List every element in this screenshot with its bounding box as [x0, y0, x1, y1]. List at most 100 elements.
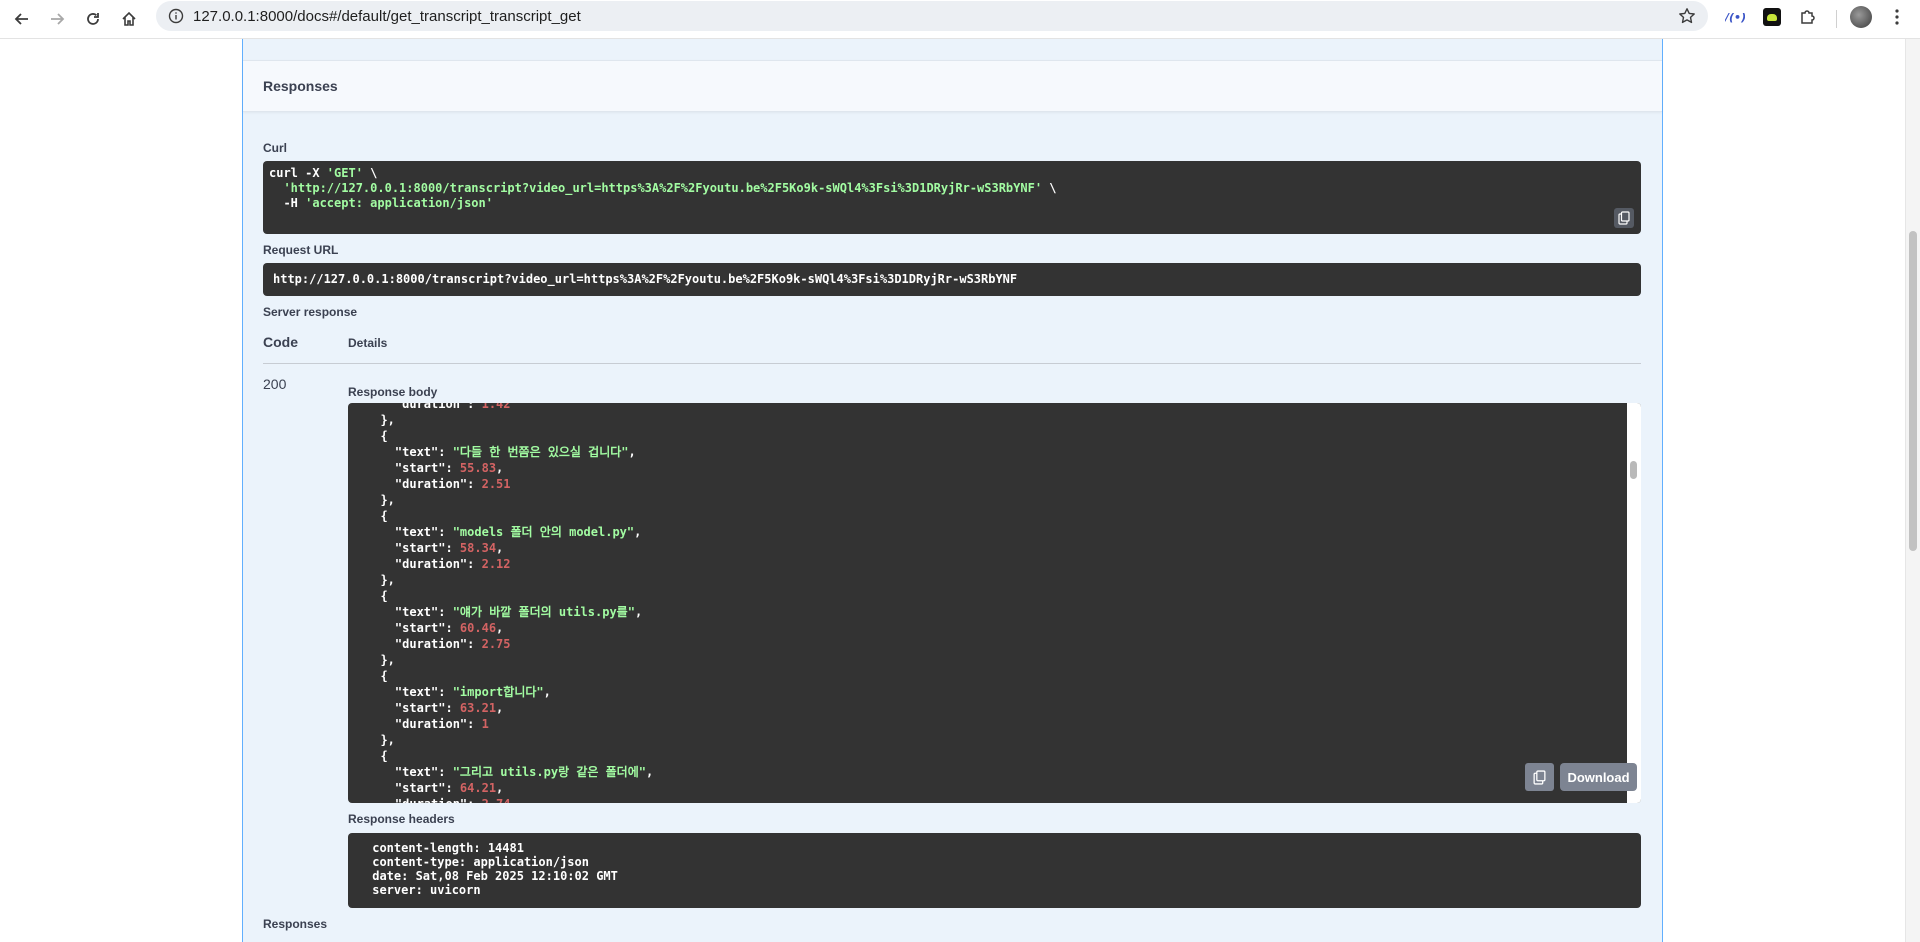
json-line-token: 2.75 [481, 637, 511, 651]
json-line-token: "duration": [366, 637, 482, 651]
response-headers-box[interactable]: content-length: 14481 content-type: appl… [348, 833, 1641, 908]
rabbit-extension-icon[interactable] [1760, 5, 1784, 29]
site-info-icon[interactable] [166, 6, 186, 26]
response-header-line[interactable]: content-length: 14481 [365, 841, 531, 855]
response-body-box[interactable]: "duration": 1.42 }, { "text": "다들 한 번쯤은 … [348, 403, 1641, 803]
request-url-text[interactable]: http://127.0.0.1:8000/transcript?video_u… [273, 272, 1017, 286]
json-line[interactable]: "duration": 1 [366, 716, 653, 732]
curl-line[interactable]: -H 'accept: application/json' [269, 196, 493, 210]
json-line-token: { [366, 589, 388, 603]
json-line-token: { [366, 429, 388, 443]
json-line[interactable]: "start": 55.83, [366, 460, 653, 476]
json-line-token: 2.12 [481, 557, 511, 571]
json-line[interactable]: "start": 63.21, [366, 700, 653, 716]
response-header-line[interactable]: content-type: application/json [365, 855, 596, 869]
responses-section-header: Responses [243, 60, 1662, 112]
json-line[interactable]: "start": 60.46, [366, 620, 653, 636]
json-line[interactable]: { [366, 588, 653, 604]
json-line-token: , [645, 765, 654, 779]
json-line[interactable]: "duration": 2.51 [366, 476, 653, 492]
profile-avatar[interactable] [1849, 5, 1873, 29]
json-line-token: "얘가 바깥 폴더의 utils.py를" [452, 605, 635, 619]
arrow-right-icon [51, 13, 65, 25]
json-line[interactable]: }, [366, 412, 653, 428]
download-button[interactable]: Download [1560, 763, 1637, 791]
page-viewport: Responses Curl curl -X 'GET' \ 'http://1… [0, 39, 1920, 942]
json-line-token: "duration": [366, 477, 482, 491]
json-line-token: , [496, 461, 504, 475]
json-line[interactable]: "text": "models 폴더 안의 model.py", [366, 524, 653, 540]
json-line-token: 2.74 [482, 797, 511, 803]
json-line[interactable]: }, [366, 732, 653, 748]
json-line[interactable]: { [366, 748, 653, 764]
page-scroll-thumb[interactable] [1909, 231, 1917, 551]
json-line-token: "duration": [366, 717, 482, 731]
table-header-divider [263, 363, 1641, 364]
json-line[interactable]: }, [366, 572, 653, 588]
json-line[interactable]: }, [366, 492, 653, 508]
curl-line-token [269, 181, 283, 195]
response-body-scroll-thumb[interactable] [1630, 461, 1637, 479]
json-line-token: "start": [366, 621, 460, 635]
json-line[interactable]: "text": "다들 한 번쯤은 있으실 겁니다", [366, 444, 653, 460]
json-line[interactable]: }, [366, 652, 653, 668]
curl-command-box[interactable]: curl -X 'GET' \ 'http://127.0.0.1:8000/t… [263, 161, 1641, 234]
json-line[interactable]: "duration": 2.75 [366, 636, 653, 652]
copy-response-button[interactable] [1525, 763, 1554, 791]
json-line-token: "text": [366, 445, 453, 459]
json-line[interactable]: "start": 58.34, [366, 540, 653, 556]
back-button[interactable] [7, 4, 37, 34]
translate-extension-icon[interactable]: /(•) [1723, 5, 1747, 29]
operation-body-top [243, 39, 1662, 60]
json-line-token: , [496, 781, 504, 795]
json-line-token: "models 폴더 안의 model.py" [452, 525, 635, 539]
response-body-scrollbar[interactable] [1627, 403, 1641, 803]
response-body-json[interactable]: "duration": 1.42 }, { "text": "다들 한 번쯤은 … [366, 403, 653, 803]
json-line[interactable]: "duration": 2.12 [366, 556, 653, 572]
json-line[interactable]: { [366, 508, 653, 524]
json-line[interactable]: "text": "얘가 바깥 폴더의 utils.py를", [366, 604, 653, 620]
home-button[interactable] [114, 4, 144, 34]
json-line-token: "다들 한 번쯤은 있으실 겁니다" [452, 445, 629, 459]
json-line-token: , [634, 525, 642, 539]
bookmark-star-icon[interactable] [1676, 5, 1698, 27]
json-line-token: "text": [366, 765, 453, 779]
json-line[interactable]: "text": "그리고 utils.py랑 같은 폴더에", [366, 764, 653, 780]
json-line-token: "start": [366, 541, 460, 555]
address-bar[interactable]: 127.0.0.1:8000/docs#/default/get_transcr… [156, 1, 1708, 31]
reload-button[interactable] [78, 4, 108, 34]
responses-schema-label: Responses [263, 917, 328, 931]
puzzle-extensions-icon[interactable] [1796, 5, 1820, 29]
json-line-token: 1 [481, 717, 489, 731]
json-line-token: { [366, 669, 388, 683]
json-line-token: , [634, 605, 643, 619]
forward-button[interactable] [42, 4, 72, 34]
response-header-line[interactable]: date: Sat,08 Feb 2025 12:10:02 GMT [365, 869, 625, 883]
request-url-box[interactable]: http://127.0.0.1:8000/transcript?video_u… [263, 263, 1641, 296]
json-line[interactable]: "start": 64.21, [366, 780, 653, 796]
json-line-token: , [628, 445, 636, 459]
url-text[interactable]: 127.0.0.1:8000/docs#/default/get_transcr… [193, 8, 581, 25]
json-line-token: , [496, 701, 504, 715]
json-line[interactable]: "duration": 2.74 [366, 796, 653, 803]
curl-line[interactable]: curl -X 'GET' \ [269, 166, 377, 180]
kebab-menu-icon[interactable] [1885, 5, 1909, 29]
json-line[interactable]: { [366, 428, 653, 444]
home-icon [122, 11, 136, 26]
json-line-token: , [543, 685, 551, 699]
json-line-token: }, [366, 653, 395, 667]
json-line[interactable]: { [366, 668, 653, 684]
reload-icon [87, 13, 99, 25]
copy-curl-button[interactable] [1614, 208, 1634, 228]
json-line-token: 63.21 [459, 701, 497, 715]
curl-line-token: 'http://127.0.0.1:8000/transcript?video_… [283, 181, 1043, 195]
json-line-token: { [366, 509, 388, 523]
curl-label: Curl [263, 141, 287, 155]
curl-line[interactable]: 'http://127.0.0.1:8000/transcript?video_… [269, 181, 1056, 195]
json-line-token: "text": [366, 685, 453, 699]
response-header-line[interactable]: server: uvicorn [365, 883, 488, 897]
json-line[interactable]: "text": "import합니다", [366, 684, 653, 700]
curl-line-token: 'GET' [326, 166, 363, 180]
json-line[interactable]: "duration": 1.42 [366, 403, 653, 412]
page-scrollbar[interactable] [1905, 39, 1920, 942]
